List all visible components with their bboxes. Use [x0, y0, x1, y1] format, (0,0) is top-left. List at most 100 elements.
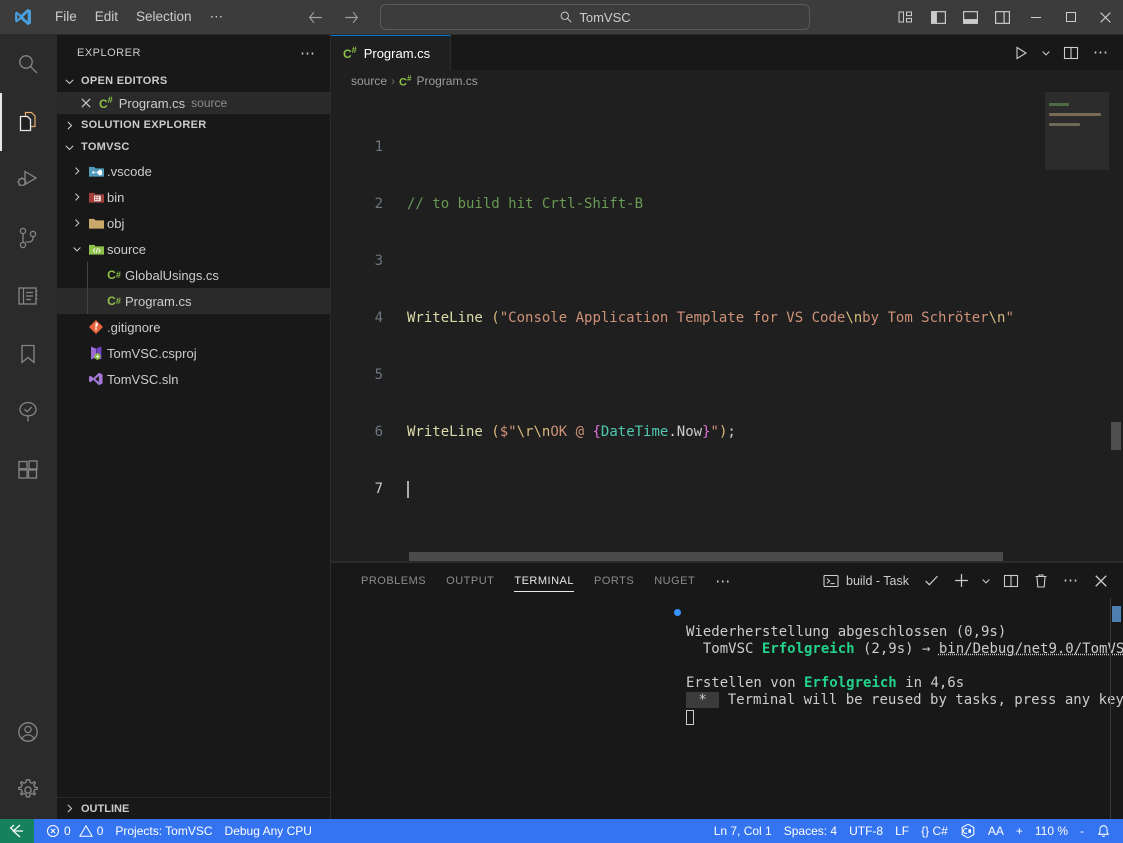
status-language-mode[interactable]: {} C# — [915, 819, 954, 843]
toggle-secondary-sidebar-button[interactable] — [986, 0, 1018, 35]
status-projects[interactable]: Projects: TomVSC — [109, 819, 218, 843]
status-cursor-position[interactable]: Ln 7, Col 1 — [708, 819, 778, 843]
code-line: 4 WriteLine ("Console Application Templat… — [331, 309, 1123, 328]
status-problems[interactable]: 0 0 — [34, 819, 109, 843]
status-zoom-out[interactable]: - — [1074, 819, 1090, 843]
arrow-right-icon[interactable] — [341, 7, 361, 27]
status-zoom-level[interactable]: 110 % — [1029, 819, 1074, 843]
status-notifications[interactable] — [1090, 819, 1123, 843]
tree-row-label: bin — [107, 189, 125, 205]
terminal-content[interactable]: Wiederherstellung abgeschlossen (0,9s) T… — [331, 598, 1123, 819]
activity-run-debug[interactable] — [0, 151, 57, 209]
status-copilot[interactable] — [954, 819, 982, 843]
status-encoding[interactable]: UTF-8 — [843, 819, 889, 843]
command-center[interactable]: TomVSC — [380, 4, 810, 30]
close-panel-button[interactable] — [1087, 567, 1115, 595]
minimize-button[interactable] — [1018, 0, 1053, 35]
toggle-panel-button[interactable] — [954, 0, 986, 35]
close-window-button[interactable] — [1088, 0, 1123, 35]
customize-layout-icon — [898, 9, 914, 25]
vscode-folder-icon — [85, 164, 107, 179]
status-debug-config[interactable]: Debug Any CPU — [219, 819, 318, 843]
editor-tab-program-cs[interactable]: C# Program.cs — [331, 35, 451, 70]
activity-search[interactable] — [0, 35, 57, 93]
minimap[interactable] — [1045, 92, 1109, 562]
tree-row[interactable]: .vscode — [57, 158, 330, 184]
panel-tab-ports[interactable]: PORTS — [584, 563, 644, 598]
panel-tab-terminal[interactable]: TERMINAL — [504, 563, 584, 598]
code-editor[interactable]: 1 2 // to build hit Crtl-Shift-B 3 4 Write… — [331, 92, 1123, 562]
tree-row[interactable]: .gitignore — [57, 314, 330, 340]
arrow-left-icon[interactable] — [305, 7, 325, 27]
code-line: 7 — [331, 480, 1123, 499]
breadcrumb-item-source[interactable]: source — [351, 74, 387, 88]
tree-row[interactable]: C # GlobalUsings.cs — [57, 262, 330, 288]
terminal-link[interactable]: bin/Debug/net9.0/TomVSC.dll — [939, 641, 1123, 657]
activity-settings[interactable] — [0, 761, 57, 819]
activity-accounts[interactable] — [0, 703, 57, 761]
activity-test-tree[interactable] — [0, 383, 57, 441]
panel-more-actions-button[interactable]: ⋯ — [1057, 567, 1085, 595]
run-options-button[interactable] — [1037, 35, 1055, 70]
ellipsis-icon: ⋯ — [1093, 44, 1109, 61]
panel-tabs-more-button[interactable]: ⋯ — [705, 563, 741, 598]
menu-edit[interactable]: Edit — [86, 4, 127, 30]
editor-vertical-scrollbar[interactable] — [1109, 92, 1123, 562]
maximize-button[interactable] — [1053, 0, 1088, 35]
line-number: 6 — [374, 424, 383, 440]
tree-row[interactable]: bin — [57, 184, 330, 210]
terminal-selector[interactable]: build - Task — [817, 573, 915, 589]
section-solution-explorer[interactable]: SOLUTION EXPLORER — [57, 114, 330, 136]
editor-more-actions-button[interactable]: ⋯ — [1087, 35, 1115, 70]
close-icon — [1099, 11, 1112, 24]
section-open-editors[interactable]: OPEN EDITORS — [57, 70, 330, 92]
new-terminal-button[interactable] — [947, 567, 975, 595]
panel-tab-problems[interactable]: PROBLEMS — [351, 563, 436, 598]
tree-row[interactable]: obj — [57, 210, 330, 236]
kill-terminal-button[interactable] — [1027, 567, 1055, 595]
customize-layout-button[interactable] — [890, 0, 922, 35]
split-terminal-button[interactable] — [997, 567, 1025, 595]
menu-more[interactable]: ⋯ — [201, 4, 233, 30]
activity-bookmarks[interactable] — [0, 325, 57, 383]
tree-row[interactable]: source — [57, 236, 330, 262]
tree-row[interactable]: TomVSC.csproj — [57, 340, 330, 366]
panel-tab-output[interactable]: OUTPUT — [436, 563, 504, 598]
tree-row[interactable]: C # Program.cs — [57, 288, 330, 314]
status-eol[interactable]: LF — [889, 819, 915, 843]
bookmark-icon — [16, 342, 40, 366]
section-workspace[interactable]: TOMVSC — [57, 136, 330, 158]
split-editor-button[interactable] — [1057, 35, 1085, 70]
extensions-icon — [16, 458, 40, 482]
breadcrumb-item-program-cs[interactable]: C# Program.cs — [399, 74, 478, 89]
section-outline[interactable]: OUTLINE — [57, 797, 330, 819]
tree-row[interactable]: TomVSC.sln — [57, 366, 330, 392]
activity-notebook[interactable] — [0, 267, 57, 325]
error-icon — [46, 824, 60, 838]
activity-source-control[interactable] — [0, 209, 57, 267]
status-remote-indicator[interactable] — [0, 819, 34, 843]
menu-selection[interactable]: Selection — [127, 4, 201, 30]
scrollbar-thumb[interactable] — [1111, 422, 1121, 450]
status-font-size[interactable]: AA — [982, 819, 1010, 843]
activity-bar — [0, 35, 57, 819]
terminal-overview-ruler[interactable] — [1109, 598, 1123, 819]
status-error-count: 0 — [64, 824, 71, 838]
terminal-profile-dropdown[interactable] — [977, 567, 995, 595]
status-zoom-in[interactable]: + — [1010, 819, 1029, 843]
csharp-icon: C# — [99, 95, 113, 111]
status-indentation[interactable]: Spaces: 4 — [778, 819, 843, 843]
activity-explorer[interactable] — [0, 93, 57, 151]
close-editor-icon[interactable] — [79, 97, 93, 109]
panel-tab-nuget[interactable]: NUGET — [644, 563, 705, 598]
menu-file[interactable]: File — [46, 4, 86, 30]
toggle-primary-sidebar-button[interactable] — [922, 0, 954, 35]
csharp-icon: C# — [399, 73, 412, 89]
open-editor-row[interactable]: C# Program.cs source — [57, 92, 330, 114]
sidebar-more-actions-button[interactable]: ⋯ — [294, 44, 322, 62]
run-button[interactable] — [1007, 35, 1035, 70]
check-icon — [923, 572, 940, 589]
panel-actions: build - Task ⋯ — [817, 567, 1123, 595]
activity-extensions[interactable] — [0, 441, 57, 499]
play-icon — [1013, 45, 1029, 61]
